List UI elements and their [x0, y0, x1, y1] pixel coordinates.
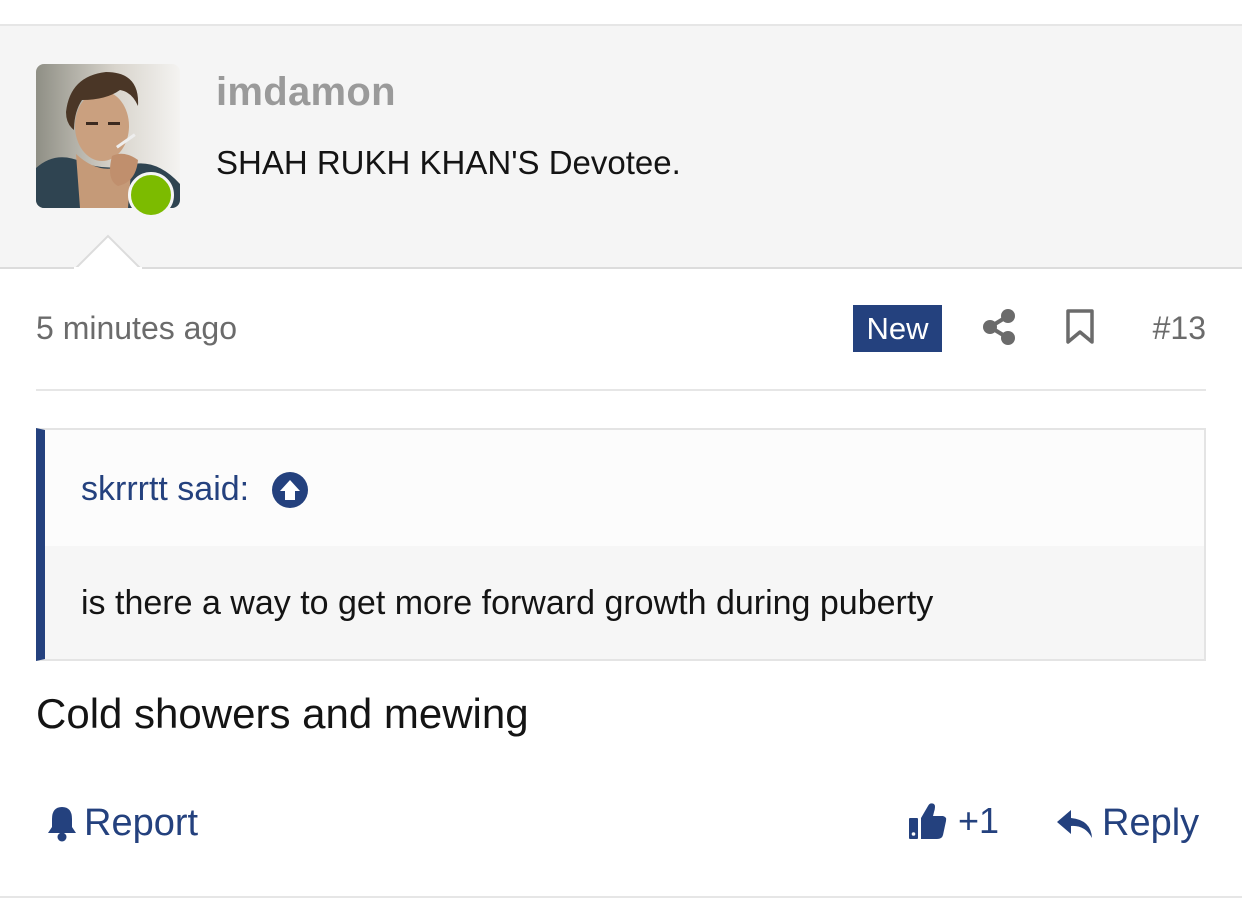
post-number-link[interactable]: #13: [1153, 310, 1206, 347]
post-actions-bar: Report +1 Reply: [36, 796, 1206, 856]
reply-icon: [1057, 809, 1092, 838]
author-username[interactable]: imdamon: [216, 70, 396, 115]
bottom-divider: [0, 896, 1242, 898]
quote-author-label: skrrrtt said:: [81, 470, 250, 508]
bookmark-icon[interactable]: [1065, 309, 1095, 345]
quote-author-link[interactable]: skrrrtt said:: [81, 470, 309, 509]
new-badge: New: [853, 305, 942, 352]
quote-text: is there a way to get more forward growt…: [81, 584, 934, 622]
share-icon[interactable]: [982, 308, 1016, 346]
online-status-indicator: [128, 172, 174, 218]
reply-button[interactable]: Reply: [1056, 802, 1199, 845]
author-title: SHAH RUKH KHAN'S Devotee.: [216, 144, 681, 181]
post-meta-row: 5 minutes ago New #13: [36, 300, 1206, 360]
quote-block: skrrrtt said: is there a way to get more…: [36, 428, 1206, 661]
header-pointer-arrow: [74, 234, 142, 270]
quote-header: skrrrtt said:: [45, 430, 1204, 546]
arrow-up-circle-icon[interactable]: [271, 471, 309, 509]
like-count: +1: [958, 800, 1000, 841]
like-button[interactable]: +1: [908, 800, 999, 842]
meta-divider: [36, 389, 1206, 391]
post-body-text: Cold showers and mewing: [36, 690, 529, 737]
reply-label: Reply: [1102, 802, 1200, 844]
bell-icon: [48, 806, 76, 841]
report-button[interactable]: Report: [46, 802, 198, 845]
post-author-header: imdamon SHAH RUKH KHAN'S Devotee.: [0, 26, 1242, 270]
report-label: Report: [84, 802, 199, 844]
thumbs-up-icon: [909, 803, 947, 839]
post-timestamp[interactable]: 5 minutes ago: [36, 310, 237, 347]
